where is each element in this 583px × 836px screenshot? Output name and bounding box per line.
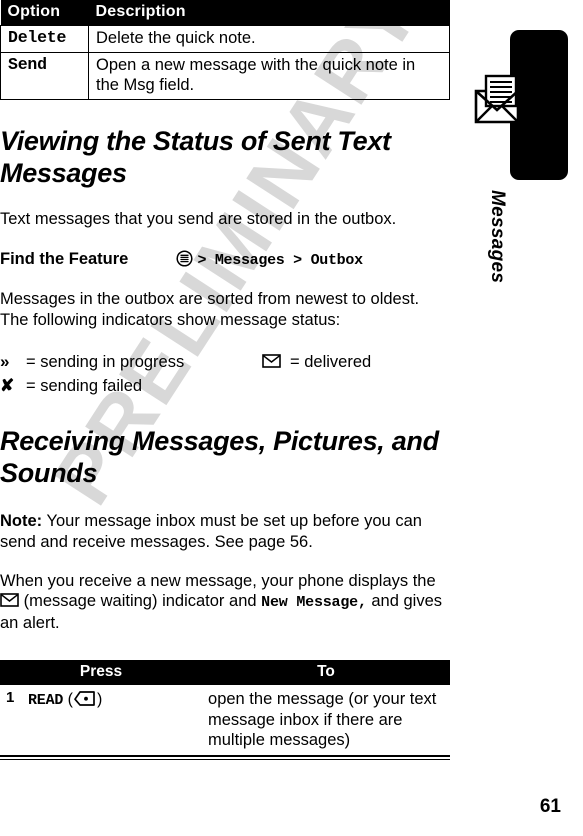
find-the-feature-path-wrap: > Messages > Outbox	[176, 250, 363, 269]
x-mark-icon: ✘	[0, 376, 15, 396]
paragraph-sorted-line1: Messages in the outbox are sorted from n…	[0, 289, 420, 308]
envelope-letter-icon	[474, 74, 530, 124]
menu-circle-icon	[176, 250, 197, 268]
press-key-cell: READ ()	[28, 690, 103, 709]
paragraph-sent-intro: Text messages that you send are stored i…	[0, 210, 397, 228]
column-header-description: Description	[88, 0, 450, 26]
column-header-option: Option	[0, 0, 89, 26]
option-description-send: Open a new message with the quick note i…	[88, 52, 450, 101]
step-number: 1	[6, 688, 15, 706]
envelope-icon	[262, 352, 290, 372]
table-header-row: Press To	[0, 659, 450, 685]
indicator-delivered: = delivered	[262, 352, 371, 372]
envelope-icon	[0, 592, 24, 610]
chapter-tab-label: Messages	[487, 190, 508, 284]
paragraph-receiving-pre: When you receive a new message, your pho…	[0, 571, 436, 590]
indicator-label-delivered: = delivered	[290, 353, 372, 372]
table-row: 1 READ () open the message (or your text…	[0, 685, 450, 755]
find-the-feature-label: Find the Feature	[0, 249, 129, 268]
option-table: Option Description Delete Delete the qui…	[0, 0, 450, 101]
chevron-double-right-icon: »	[0, 352, 10, 372]
paragraph-receiving: When you receive a new message, your pho…	[0, 571, 452, 634]
press-table: Press To 1 READ () open the message (or …	[0, 659, 450, 755]
indicator-label-sending: = sending in progress	[26, 353, 185, 372]
indicator-row-1: » = sending in progress = delivered	[0, 352, 456, 372]
option-name-send: Send	[0, 52, 89, 101]
indicator-sending-in-progress: » = sending in progress	[0, 352, 262, 372]
section-heading-viewing-status: Viewing the Status of Sent Text Messages	[0, 126, 391, 188]
page-number: 61	[539, 796, 561, 817]
paragraph-sorted-line2: The following indicators show message st…	[0, 310, 341, 329]
find-the-feature-row: Find the Feature > Messages > Outbox	[0, 250, 456, 269]
note-label: Note:	[0, 511, 43, 530]
option-description-delete: Delete the quick note.	[88, 24, 450, 54]
note-text: Your message inbox must be set up before…	[0, 511, 422, 551]
chapter-tab: Messages	[460, 0, 583, 836]
indicator-sending-failed: ✘ = sending failed	[0, 376, 142, 396]
column-header-to: To	[202, 659, 450, 685]
table-row: Send Open a new message with the quick n…	[0, 52, 450, 101]
option-name-delete: Delete	[0, 24, 89, 54]
key-label-read: READ	[28, 691, 64, 709]
page-content: Option Description Delete Delete the qui…	[0, 0, 456, 760]
paragraph-note: Note: Your message inbox must be set up …	[0, 511, 452, 553]
table-bottom-rule	[0, 754, 450, 760]
document-page: PRELIMINARY Messages Option Description …	[0, 0, 583, 836]
indicator-row-2: ✘ = sending failed	[0, 376, 456, 396]
section-heading-receiving: Receiving Messages, Pictures, and Sounds	[0, 426, 439, 488]
paragraph-receiving-mid: (message waiting) indicator and	[23, 592, 257, 611]
column-header-press: Press	[0, 659, 203, 685]
paragraph-receiving-code: New Message,	[261, 594, 367, 612]
indicator-label-failed: = sending failed	[26, 377, 143, 396]
find-the-feature-path: > Messages > Outbox	[197, 251, 363, 269]
table-header-row: Option Description	[0, 0, 450, 26]
left-softkey-icon	[73, 690, 97, 708]
press-action-cell: open the message (or your text message i…	[208, 689, 437, 750]
table-row: Delete Delete the quick note.	[0, 24, 450, 54]
